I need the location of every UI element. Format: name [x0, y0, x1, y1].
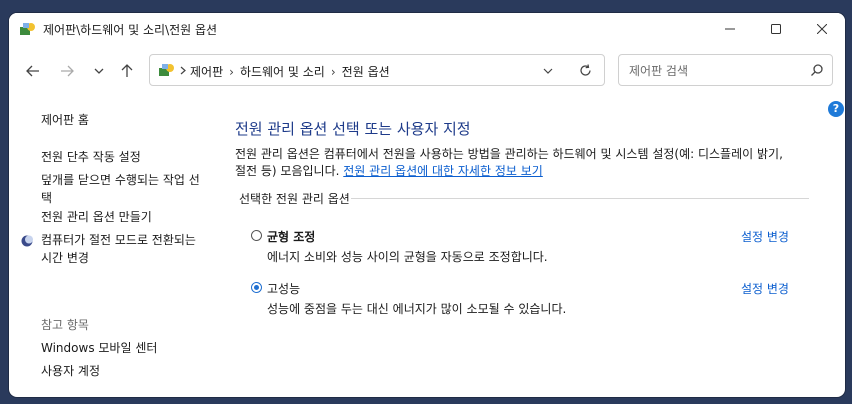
- selected-plan-group-label: 선택한 전원 관리 옵션: [239, 192, 350, 206]
- up-button[interactable]: [115, 59, 139, 83]
- plan-balanced-description: 에너지 소비와 성능 사이의 균형을 자동으로 조정합니다.: [267, 250, 548, 264]
- sidebar-user-accounts[interactable]: 사용자 계정: [41, 362, 211, 380]
- control-panel-icon: [159, 64, 174, 76]
- control-panel-window: 제어판\하드웨어 및 소리\전원 옵션 제어판 › 하드웨어 및 소리 › 전원…: [9, 13, 845, 397]
- breadcrumb-hardware-sound[interactable]: 하드웨어 및 소리: [240, 65, 325, 79]
- plan-balanced-change-settings[interactable]: 설정 변경: [741, 228, 789, 245]
- sidebar-control-panel-home[interactable]: 제어판 홈: [41, 111, 211, 129]
- minimize-icon: [725, 28, 735, 30]
- control-panel-icon: [20, 23, 35, 35]
- forward-button[interactable]: [55, 59, 79, 83]
- minimize-button[interactable]: [707, 13, 753, 45]
- chevron-right-icon: ›: [330, 65, 336, 79]
- chevron-right-icon: [180, 66, 186, 75]
- see-also-heading: 참고 항목: [41, 318, 89, 332]
- plan-balanced-radio[interactable]: [251, 230, 262, 241]
- chevron-right-icon: ›: [229, 65, 234, 79]
- plan-high-performance-radio[interactable]: [251, 282, 262, 293]
- title-bar: 제어판\하드웨어 및 소리\전원 옵션: [9, 13, 845, 45]
- group-divider: [351, 198, 809, 199]
- breadcrumb-power-options[interactable]: 전원 옵션: [342, 65, 390, 79]
- sidebar-sleep-timing[interactable]: 컴퓨터가 절전 모드로 전환되는 시간 변경: [41, 231, 201, 267]
- search-box[interactable]: [618, 54, 833, 86]
- search-input[interactable]: [627, 61, 801, 81]
- chevron-down-icon[interactable]: [543, 68, 553, 74]
- sidebar-create-power-plan[interactable]: 전원 관리 옵션 만들기: [41, 208, 211, 226]
- sidebar-lid-close-action[interactable]: 덮개를 닫으면 수행되는 작업 선택: [41, 171, 201, 207]
- close-button[interactable]: [799, 13, 845, 45]
- page-description: 전원 관리 옵션은 컴퓨터에서 전원을 사용하는 방법을 관리하는 하드웨어 및…: [235, 146, 795, 180]
- refresh-icon[interactable]: [579, 64, 592, 77]
- arrow-left-icon: [26, 65, 39, 77]
- search-icon[interactable]: [810, 63, 824, 77]
- plan-high-performance-description: 성능에 중점을 두는 대신 에너지가 많이 소모될 수 있습니다.: [267, 302, 567, 316]
- sidebar: 제어판 홈 전원 단추 작동 설정 덮개를 닫으면 수행되는 작업 선택 전원 …: [9, 97, 209, 397]
- main-content: 전원 관리 옵션 선택 또는 사용자 지정 전원 관리 옵션은 컴퓨터에서 전원…: [209, 97, 845, 397]
- arrow-right-icon: [61, 65, 74, 77]
- maximize-icon: [771, 24, 781, 34]
- arrow-up-icon: [121, 64, 133, 77]
- window-title: 제어판\하드웨어 및 소리\전원 옵션: [43, 23, 218, 37]
- more-info-link[interactable]: 전원 관리 옵션에 대한 자세한 정보 보기: [343, 164, 543, 178]
- breadcrumb-control-panel[interactable]: 제어판: [190, 65, 223, 79]
- breadcrumb: 제어판 › 하드웨어 및 소리 › 전원 옵션: [190, 63, 390, 80]
- recent-locations-button[interactable]: [87, 59, 111, 83]
- chevron-down-icon: [94, 68, 104, 74]
- sleep-moon-icon: [21, 235, 33, 247]
- page-title: 전원 관리 옵션 선택 또는 사용자 지정: [235, 120, 471, 138]
- plan-high-performance-change-settings[interactable]: 설정 변경: [741, 280, 789, 297]
- close-icon: [817, 24, 827, 34]
- plan-high-performance-name[interactable]: 고성능: [267, 280, 300, 297]
- plan-balanced-name[interactable]: 균형 조정: [267, 228, 315, 245]
- back-button[interactable]: [21, 59, 45, 83]
- navigation-bar: 제어판 › 하드웨어 및 소리 › 전원 옵션: [9, 45, 845, 97]
- sidebar-power-button-settings[interactable]: 전원 단추 작동 설정: [41, 148, 211, 166]
- address-bar[interactable]: 제어판 › 하드웨어 및 소리 › 전원 옵션: [149, 54, 605, 86]
- sidebar-windows-mobility-center[interactable]: Windows 모바일 센터: [41, 339, 211, 357]
- maximize-button[interactable]: [753, 13, 799, 45]
